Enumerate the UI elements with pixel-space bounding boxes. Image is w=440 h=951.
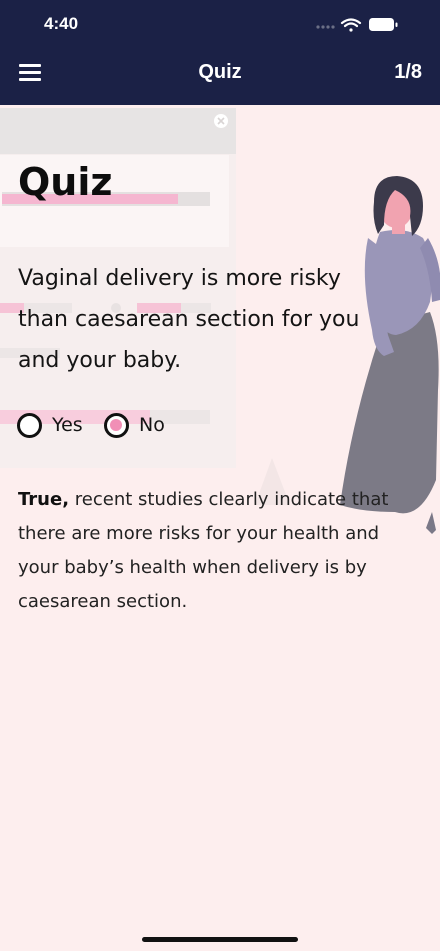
signal-dots-icon: [316, 25, 335, 29]
radio-yes[interactable]: [17, 412, 42, 438]
answer-explanation: True, recent studies clearly indicate th…: [18, 483, 408, 619]
answer-text: recent studies clearly indicate that the…: [18, 489, 389, 612]
nav-title: Quiz: [198, 61, 242, 83]
quiz-heading: Quiz: [18, 160, 113, 204]
status-icons: [316, 18, 398, 32]
status-time: 4:40: [44, 14, 79, 33]
question-counter: 1/8: [394, 61, 422, 83]
option-label-yes: Yes: [52, 414, 83, 436]
battery-icon: [369, 18, 398, 31]
answer-lead: True,: [18, 489, 70, 510]
wifi-icon: [340, 18, 362, 32]
option-yes[interactable]: Yes: [17, 412, 83, 438]
question-text: Vaginal delivery is more risky than caes…: [18, 266, 360, 373]
radio-no[interactable]: [104, 412, 129, 438]
option-label-no: No: [139, 414, 165, 436]
home-indicator[interactable]: [142, 937, 298, 942]
top-navigation-bar: 4:40 Quiz 1/8: [0, 0, 440, 105]
option-no[interactable]: No: [104, 412, 165, 438]
